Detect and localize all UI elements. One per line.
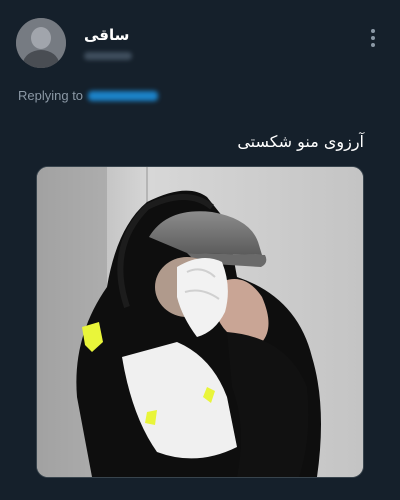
meme-image	[37, 167, 363, 477]
tweet-media-image[interactable]	[36, 166, 364, 478]
tweet-card: ساقی Replying to آرزوی منو شکستی	[0, 0, 400, 500]
tweet-text: آرزوی منو شکستی	[237, 132, 364, 151]
replying-to-label: Replying to	[18, 88, 84, 103]
username-handle-redacted	[84, 52, 132, 60]
display-name[interactable]: ساقی	[84, 26, 129, 44]
reply-mention-redacted[interactable]	[88, 90, 159, 101]
avatar-image	[16, 18, 66, 68]
replying-to: Replying to	[18, 88, 159, 103]
more-vertical-icon[interactable]	[370, 28, 376, 48]
avatar[interactable]	[16, 18, 66, 68]
